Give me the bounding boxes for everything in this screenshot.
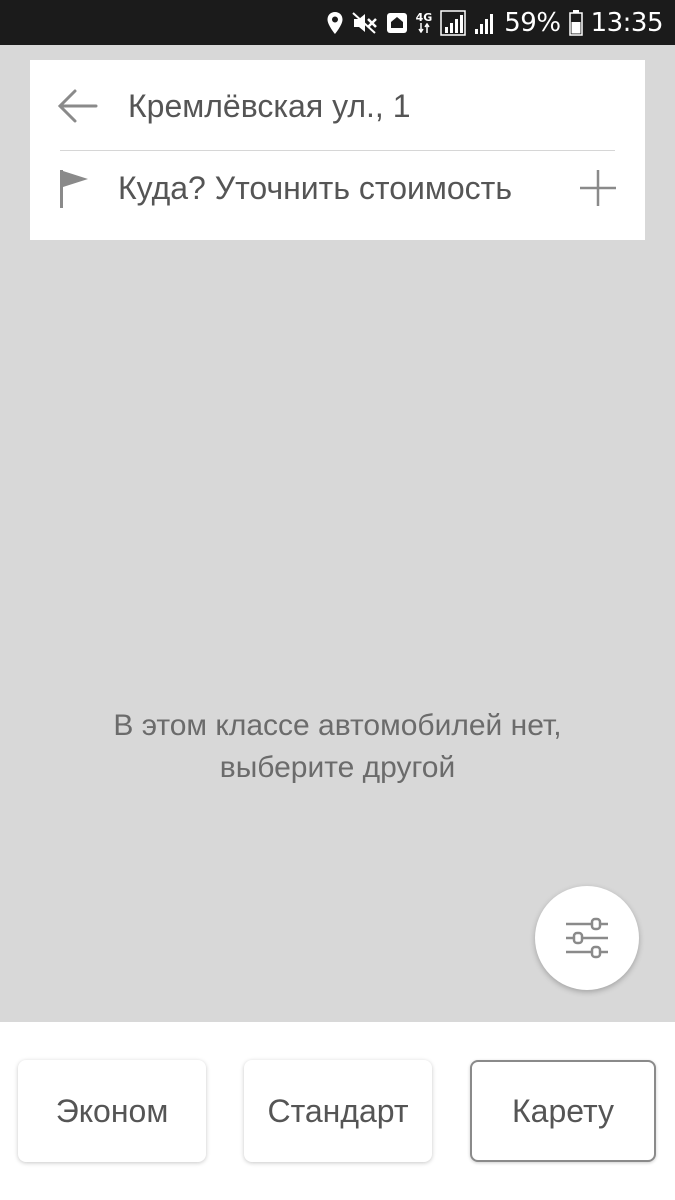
status-icons: 4G 59% 13:35 bbox=[326, 0, 664, 45]
battery-percent: 59% bbox=[504, 7, 561, 38]
mute-icon bbox=[351, 11, 378, 35]
flag-icon bbox=[58, 168, 94, 210]
filter-button[interactable] bbox=[535, 886, 639, 990]
location-icon bbox=[326, 11, 344, 35]
from-address: Кремлёвская ул., 1 bbox=[128, 88, 411, 124]
route-to-row[interactable]: Куда? Уточнить стоимость bbox=[30, 150, 645, 240]
car-class-panel: Эконом Стандарт Карету bbox=[0, 1022, 675, 1200]
car-class-standard-button[interactable]: Стандарт bbox=[244, 1060, 432, 1162]
network-type-label: 4G bbox=[415, 11, 433, 24]
signal-strength-2-icon bbox=[474, 11, 496, 35]
signal-strength-icon bbox=[440, 9, 467, 36]
empty-state-line-2: выберите другой bbox=[219, 751, 456, 784]
plus-icon bbox=[578, 170, 618, 214]
home-notification-icon bbox=[386, 12, 408, 34]
route-from-row[interactable]: Кремлёвская ул., 1 bbox=[30, 60, 645, 150]
arrow-left-icon bbox=[56, 89, 100, 130]
battery-icon bbox=[568, 9, 583, 36]
add-stop-button[interactable] bbox=[578, 166, 618, 210]
destination-input[interactable]: Куда? Уточнить стоимость bbox=[118, 168, 512, 208]
empty-state-line-1: В этом классе автомобилей нет, bbox=[113, 709, 562, 742]
back-button[interactable] bbox=[56, 86, 100, 126]
network-type-icon: 4G bbox=[415, 11, 433, 33]
empty-state-message: В этом классе автомобилей нет, выберите … bbox=[0, 705, 675, 789]
route-card: Кремлёвская ул., 1 Куда? Уточнить стоимо… bbox=[30, 60, 645, 240]
clock: 13:35 bbox=[590, 7, 664, 38]
car-class-carriage-button[interactable]: Карету bbox=[470, 1060, 656, 1162]
status-bar: 4G 59% 13:35 bbox=[0, 0, 675, 45]
car-class-economy-button[interactable]: Эконом bbox=[18, 1060, 206, 1162]
